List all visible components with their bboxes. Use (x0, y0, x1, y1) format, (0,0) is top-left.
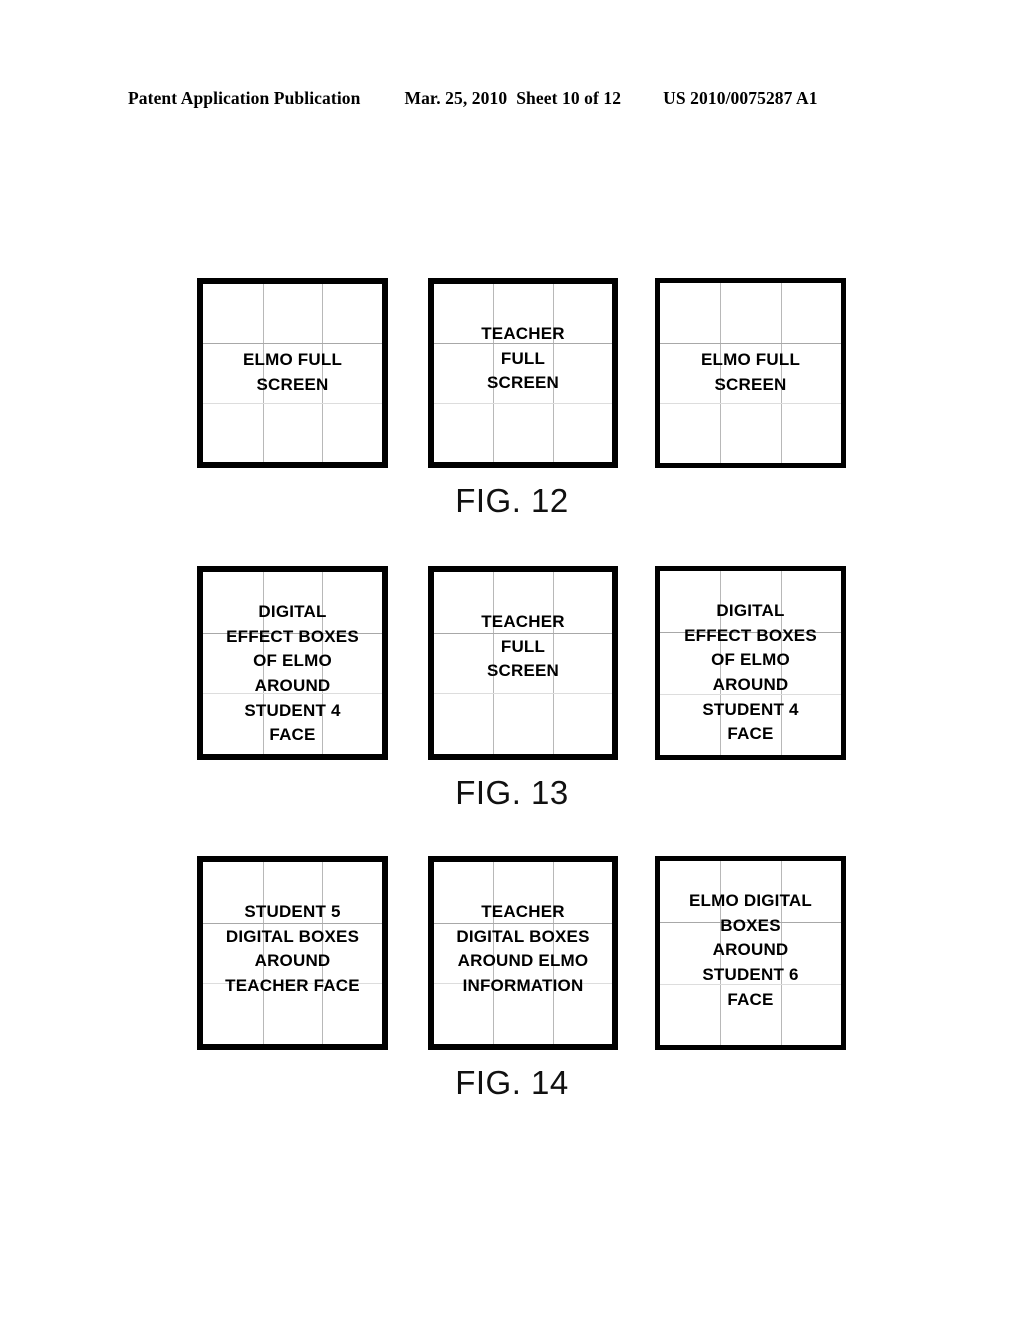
text-line: TEACHER (481, 324, 565, 343)
text-line: SCREEN (714, 375, 787, 394)
figure-row-14: STUDENT 5 DIGITAL BOXES AROUND TEACHER F… (0, 856, 1024, 1050)
text-line: AROUND (254, 951, 331, 971)
text-line: BOXES (720, 915, 781, 935)
fig12-box-1: ELMO FULL SCREEN (197, 278, 388, 468)
text-line: STUDENT 4 (702, 699, 799, 719)
text-line: FULL (500, 636, 546, 656)
patent-header: Patent Application Publication Mar. 25, … (128, 88, 896, 109)
text-line: DIGITAL BOXES (225, 926, 360, 946)
text-line: FACE (269, 725, 316, 745)
fig14-box-3-text: ELMO DIGITAL BOXES AROUND STUDENT 6 FACE (660, 861, 841, 1045)
fig13-box-3: DIGITAL EFFECT BOXES OF ELMO AROUND STUD… (655, 566, 846, 760)
fig14-box-2: TEACHER DIGITAL BOXES AROUND ELMO INFORM… (428, 856, 618, 1050)
fig13-box-1: DIGITAL EFFECT BOXES OF ELMO AROUND STUD… (197, 566, 388, 760)
fig12-box-3: ELMO FULL SCREEN (655, 278, 846, 468)
text-line: FACE (727, 724, 774, 744)
text-line: STUDENT 4 (244, 700, 341, 720)
text-line: DIGITAL BOXES (456, 926, 590, 946)
text-line: EFFECT BOXES (684, 625, 817, 645)
text-line: SCREEN (486, 373, 560, 393)
text-line: STUDENT 5 (244, 902, 341, 921)
figure-caption-14: FIG. 14 (455, 1064, 569, 1101)
fig14-box-3: ELMO DIGITAL BOXES AROUND STUDENT 6 FACE (655, 856, 846, 1050)
fig12-box-1-text: ELMO FULL SCREEN (203, 284, 382, 462)
text-line: ELMO FULL (242, 350, 343, 370)
text-line: AROUND (712, 940, 789, 960)
text-line: OF ELMO (711, 650, 790, 670)
text-line: AROUND (254, 675, 331, 695)
fig12-box-3-text: ELMO FULL SCREEN (660, 283, 841, 463)
header-date-label: Mar. 25, 2010 (404, 88, 508, 108)
text-line: DIGITAL (716, 601, 785, 620)
text-line: STUDENT 6 (702, 964, 799, 984)
fig14-box-1: STUDENT 5 DIGITAL BOXES AROUND TEACHER F… (197, 856, 388, 1050)
text-line: TEACHER FACE (225, 975, 360, 995)
fig13-box-2-text: TEACHER FULL SCREEN (434, 572, 612, 754)
header-publication-label: Patent Application Publication (128, 88, 361, 108)
figure-caption-12: FIG. 12 (455, 482, 569, 519)
fig12-box-2: TEACHER FULL SCREEN (428, 278, 618, 468)
fig13-box-3-text: DIGITAL EFFECT BOXES OF ELMO AROUND STUD… (660, 571, 841, 755)
text-line: AROUND (712, 674, 789, 694)
text-line: SCREEN (486, 661, 560, 681)
text-line: FULL (500, 348, 546, 368)
figure-row-12: ELMO FULL SCREEN TEACHER FULL SCREEN ELM… (0, 278, 1024, 470)
figure-caption-13: FIG. 13 (455, 774, 569, 811)
text-line: ELMO DIGITAL (689, 891, 812, 910)
text-line: SCREEN (256, 375, 329, 394)
text-line: TEACHER (481, 612, 565, 631)
text-line: TEACHER (481, 902, 565, 921)
figure-row-13: DIGITAL EFFECT BOXES OF ELMO AROUND STUD… (0, 566, 1024, 760)
fig14-box-1-text: STUDENT 5 DIGITAL BOXES AROUND TEACHER F… (203, 862, 382, 1044)
fig13-box-1-text: DIGITAL EFFECT BOXES OF ELMO AROUND STUD… (203, 572, 382, 754)
fig13-box-2: TEACHER FULL SCREEN (428, 566, 618, 760)
text-line: DIGITAL (258, 602, 327, 621)
text-line: OF ELMO (253, 651, 332, 671)
text-line: FACE (727, 989, 774, 1009)
header-patent-number: US 2010/0075287 A1 (663, 88, 818, 108)
header-sheet-label: Sheet 10 of 12 (516, 88, 622, 108)
text-line: AROUND ELMO (457, 951, 589, 971)
text-line: INFORMATION (462, 975, 584, 995)
fig14-box-2-text: TEACHER DIGITAL BOXES AROUND ELMO INFORM… (434, 862, 612, 1044)
text-line: ELMO FULL (700, 350, 801, 370)
text-line: EFFECT BOXES (226, 626, 359, 646)
fig12-box-2-text: TEACHER FULL SCREEN (434, 284, 612, 462)
